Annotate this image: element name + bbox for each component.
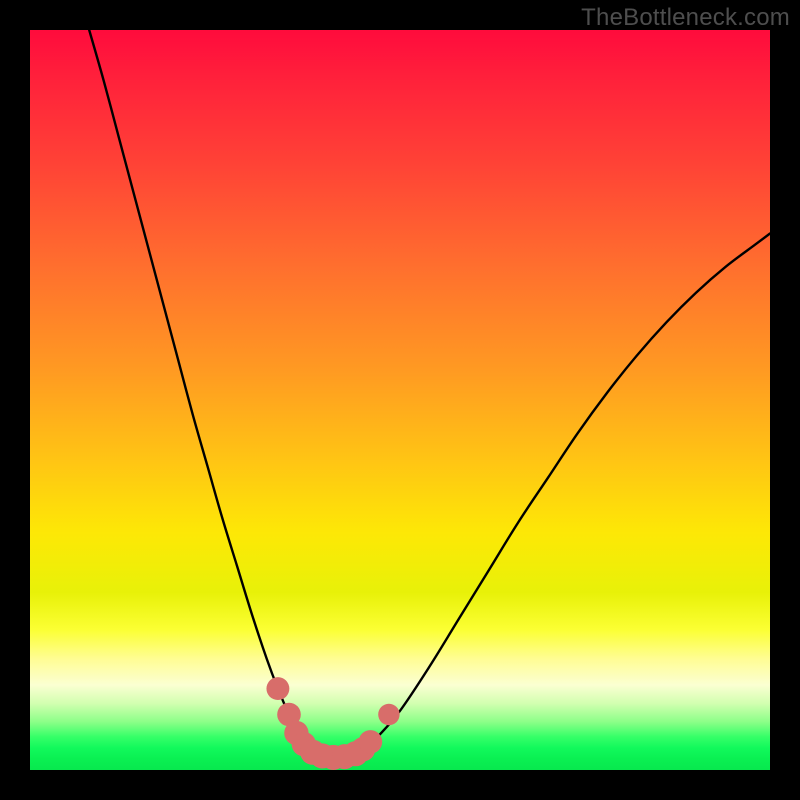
bottleneck-marker: [359, 730, 383, 754]
watermark-text: TheBottleneck.com: [581, 4, 790, 32]
chart-frame: TheBottleneck.com: [0, 0, 800, 800]
plot-area: [30, 30, 770, 770]
chart-svg: [30, 30, 770, 770]
bottleneck-marker: [378, 704, 399, 725]
bottleneck-markers: [266, 677, 399, 770]
bottleneck-marker: [266, 677, 289, 700]
curve-left-branch: [89, 30, 311, 752]
curve-right-branch: [363, 234, 770, 752]
